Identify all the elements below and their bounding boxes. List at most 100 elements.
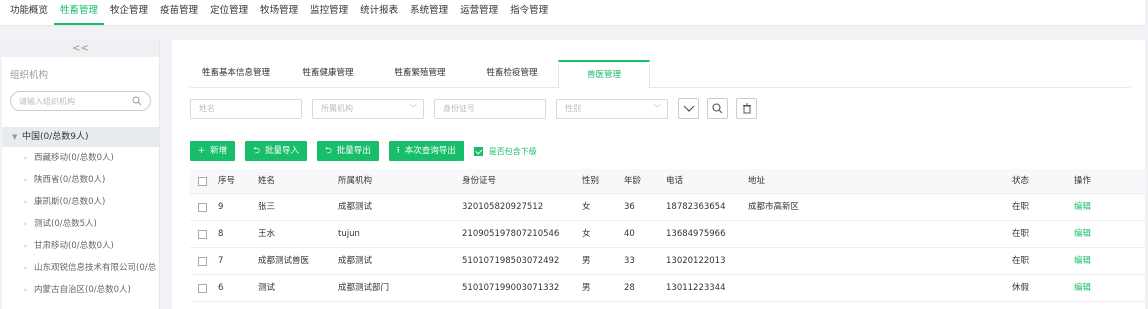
query-export-label: 本次查询导出 <box>404 146 456 156</box>
batch-import-button[interactable]: ⮌ 批量导入 <box>245 141 307 161</box>
collapse-button[interactable]: << <box>2 40 159 57</box>
tree-item-label: 甘肃移动(0/总数0人) <box>34 241 114 251</box>
cell: 40 <box>624 229 635 239</box>
gender-select[interactable]: 性别 ﹀ <box>556 98 668 119</box>
topnav-system[interactable]: 系统管理 <box>404 0 454 25</box>
cell: 男 <box>582 256 591 266</box>
name-input[interactable]: 姓名 <box>190 98 302 119</box>
edit-link[interactable]: 编辑 <box>1074 275 1134 301</box>
cell: 女 <box>582 202 591 212</box>
row-checkbox[interactable] <box>198 283 207 293</box>
cell: 成都测试 <box>338 202 373 212</box>
topnav-livestock[interactable]: 牲畜管理 <box>54 0 105 25</box>
idcard-input[interactable]: 身份证号 <box>434 98 546 119</box>
cell: 在职 <box>1012 202 1030 212</box>
table-row: 8 王水 tujun 210905197807210546 女 40 13684… <box>190 221 1145 248</box>
caret-right-icon[interactable]: › <box>24 213 34 235</box>
org-select[interactable]: 所属机构 ﹀ <box>312 98 424 119</box>
cell: 210905197807210546 <box>462 229 560 239</box>
topnav-reports[interactable]: 统计报表 <box>354 0 404 25</box>
row-checkbox[interactable] <box>198 256 207 266</box>
caret-right-icon[interactable]: › <box>24 169 34 191</box>
gender-select-placeholder: 性别 <box>565 103 581 113</box>
col-header: 所属机构 <box>338 176 373 186</box>
topnav-monitor[interactable]: 监控管理 <box>304 0 354 25</box>
expand-button[interactable] <box>678 98 699 119</box>
col-header: 序号 <box>218 176 236 186</box>
caret-right-icon[interactable]: › <box>24 235 34 257</box>
tab-health[interactable]: 牲畜健康管理 <box>282 60 374 87</box>
org-search-placeholder: 请输入组织机构 <box>19 96 75 106</box>
tree-item-label: 内蒙古自治区(0/总数0人) <box>34 285 131 295</box>
edit-link[interactable]: 编辑 <box>1074 248 1134 274</box>
topnav-operations[interactable]: 运营管理 <box>454 0 504 25</box>
cell: 成都市高新区 <box>748 202 800 212</box>
edit-link[interactable]: 编辑 <box>1074 221 1134 247</box>
topnav-vaccine[interactable]: 疫苗管理 <box>154 0 204 25</box>
import-icon: ⮌ <box>253 146 260 156</box>
tree-item[interactable]: › 陕西省(0/总数0人) <box>2 169 159 191</box>
caret-down-icon[interactable]: ▼ <box>12 127 22 147</box>
action-bar: + 新增 ⮌ 批量导入 ⮌ 批量导出 ⭱ 本次查询导出 是否包含下级 <box>190 141 537 161</box>
caret-right-icon[interactable]: › <box>24 279 34 301</box>
search-icon[interactable] <box>132 96 142 106</box>
cell: 成都测试 <box>338 256 373 266</box>
col-header: 操作 <box>1074 176 1092 186</box>
batch-import-label: 批量导入 <box>264 146 299 156</box>
edit-link[interactable]: 编辑 <box>1074 194 1134 220</box>
cell: 320105820927512 <box>462 202 544 212</box>
upload-icon: ⭱ <box>396 146 400 156</box>
cell <box>748 248 1012 274</box>
plus-icon: + <box>198 146 206 156</box>
cell <box>748 221 1012 247</box>
tree-item[interactable]: › 内蒙古自治区(0/总数0人) <box>2 279 159 301</box>
tab-veterinarian[interactable]: 兽医管理 <box>558 60 650 89</box>
cell: 在职 <box>1012 229 1030 239</box>
tree-item[interactable]: › 甘肃移动(0/总数0人) <box>2 235 159 257</box>
include-sub-checkbox[interactable]: 是否包含下级 <box>473 146 537 157</box>
caret-right-icon[interactable]: › <box>24 257 34 279</box>
select-all-checkbox[interactable] <box>198 176 207 186</box>
tree-item[interactable]: › 西藏移动(0/总数0人) <box>2 147 159 169</box>
cell: tujun <box>338 229 360 239</box>
cell: 王水 <box>258 229 276 239</box>
tree-root-label: 中国(0/总数9人) <box>22 132 89 142</box>
checkbox-checked[interactable] <box>473 146 483 156</box>
tree-item[interactable]: › 康凯斯(0/总数0人) <box>2 191 159 213</box>
tab-quarantine[interactable]: 牲畜检疫管理 <box>466 60 558 87</box>
col-header: 性别 <box>582 176 600 186</box>
caret-right-icon[interactable]: › <box>24 191 34 213</box>
search-button[interactable] <box>707 98 728 119</box>
caret-right-icon[interactable]: › <box>24 147 34 169</box>
sidebar: << 组织机构 请输入组织机构 ▼ 中国(0/总数9人) › 西藏移动(0/总数0人… <box>2 40 160 309</box>
cell: 在职 <box>1012 256 1030 266</box>
cell: 13020122013 <box>666 256 726 266</box>
vet-table: 序号 姓名 所属机构 身份证号 性别 年龄 电话 地址 状态 操作 9 张三 成… <box>190 169 1145 302</box>
table-row: 7 成都测试兽医 成都测试 510107198503072492 男 33 13… <box>190 248 1145 275</box>
tree-item[interactable]: › 山东观锐信息技术有限公司(0/总 <box>2 257 159 279</box>
topnav-enterprise[interactable]: 牧企管理 <box>104 0 154 25</box>
tree-item[interactable]: › 测试(0/总数5人) <box>2 213 159 235</box>
cell: 33 <box>624 256 635 266</box>
tab-breeding[interactable]: 牲畜繁殖管理 <box>374 60 466 87</box>
topnav-commands[interactable]: 指令管理 <box>504 0 554 25</box>
add-button[interactable]: + 新增 <box>190 141 236 161</box>
tree-root[interactable]: ▼ 中国(0/总数9人) <box>2 127 159 147</box>
spacer <box>0 26 1148 38</box>
row-checkbox[interactable] <box>198 229 207 239</box>
row-checkbox[interactable] <box>198 202 207 212</box>
sidebar-title: 组织机构 <box>10 70 49 81</box>
tree-item-label: 陕西省(0/总数0人) <box>34 175 106 185</box>
topnav-overview[interactable]: 功能概览 <box>4 0 54 25</box>
cell: 成都测试部门 <box>338 283 390 293</box>
topnav-location[interactable]: 定位管理 <box>204 0 254 25</box>
batch-export-button[interactable]: ⮌ 批量导出 <box>316 141 379 161</box>
cell: 男 <box>582 283 591 293</box>
cell: 13684975966 <box>666 229 726 239</box>
topnav-ranch[interactable]: 牧场管理 <box>254 0 304 25</box>
tab-basic-info[interactable]: 牲畜基本信息管理 <box>190 60 282 87</box>
query-export-button[interactable]: ⭱ 本次查询导出 <box>388 141 464 161</box>
org-search-input[interactable]: 请输入组织机构 <box>10 91 151 111</box>
top-nav: 功能概览 牲畜管理 牧企管理 疫苗管理 定位管理 牧场管理 监控管理 统计报表 … <box>0 0 1148 26</box>
clear-button[interactable] <box>736 98 757 119</box>
